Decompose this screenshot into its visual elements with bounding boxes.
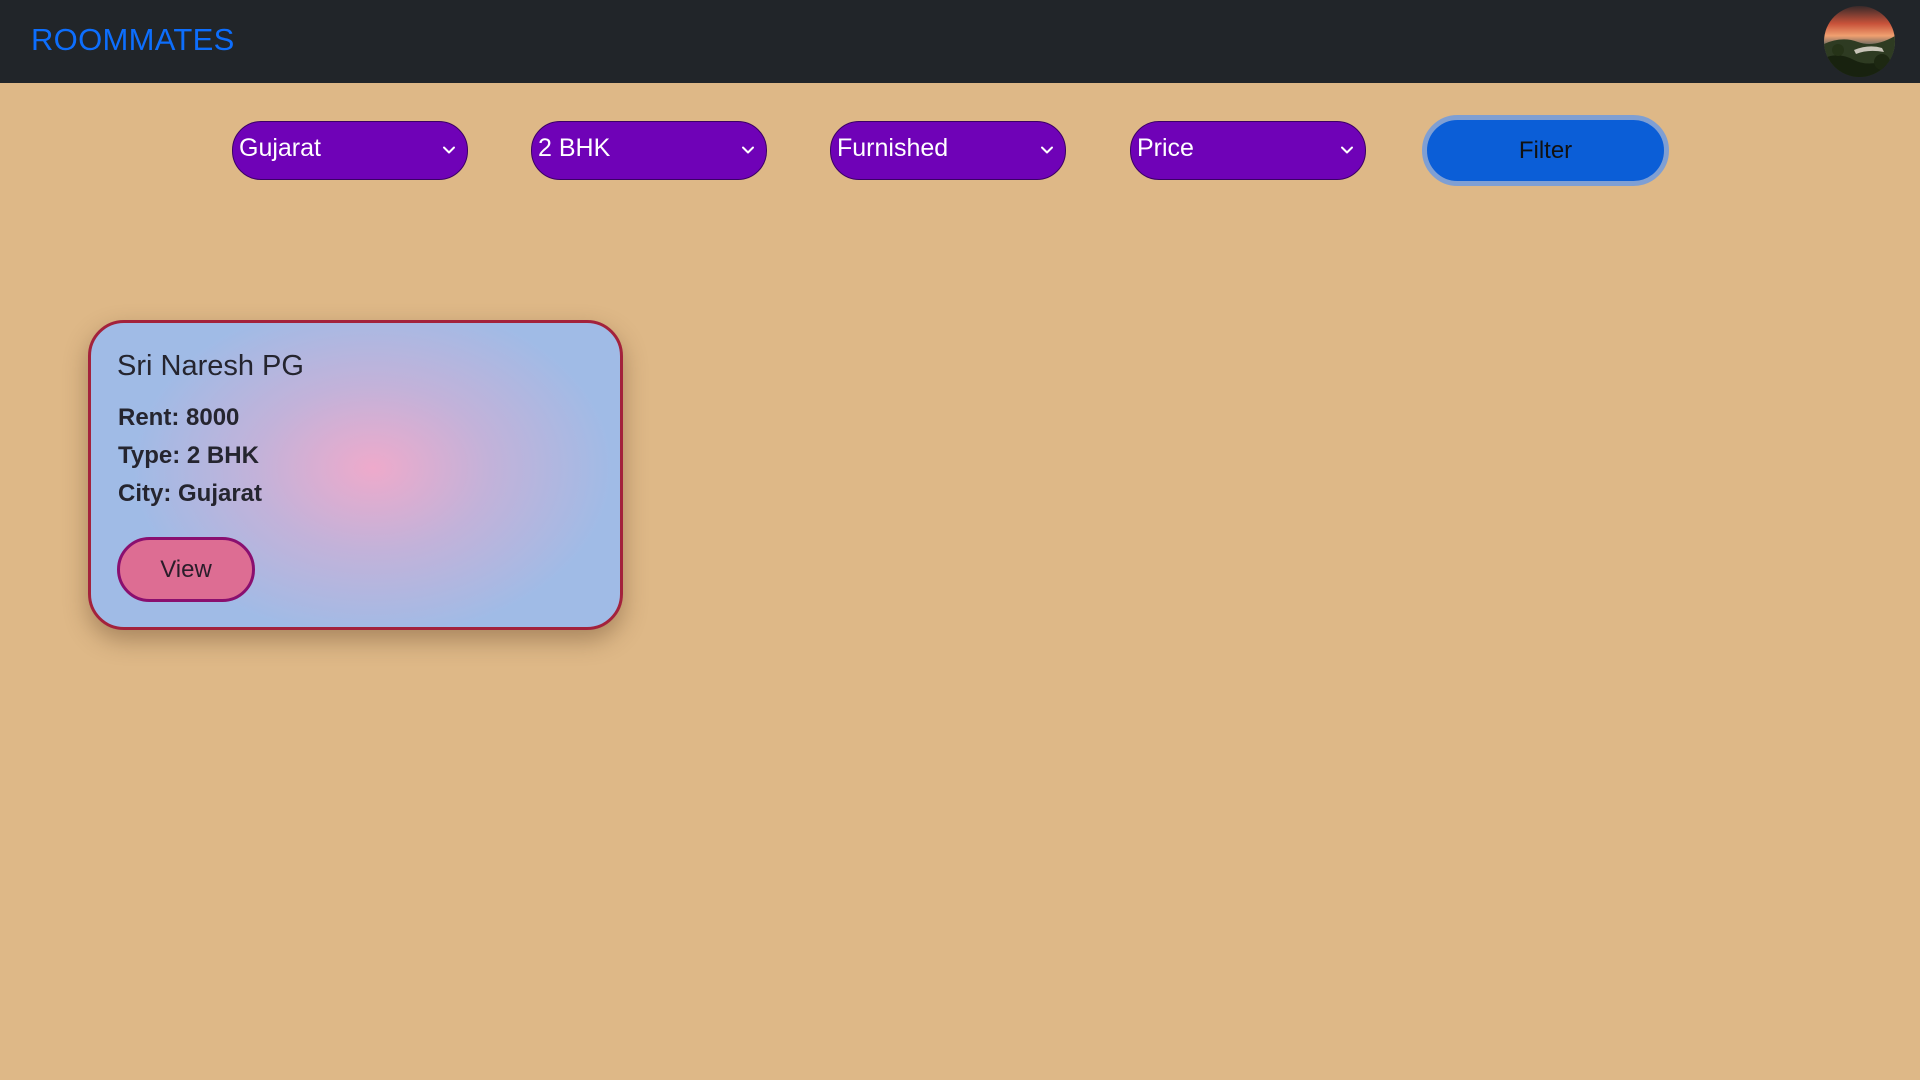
- listing-type: Type: 2 BHK: [118, 442, 259, 469]
- brand-logo-text[interactable]: ROOMMATES: [31, 22, 235, 58]
- furnishing-select-value: Furnished: [837, 134, 949, 162]
- listing-city: City: Gujarat: [118, 480, 263, 507]
- price-select[interactable]: Price: [1130, 121, 1366, 180]
- chevron-down-icon: [1341, 146, 1353, 154]
- chevron-down-icon: [443, 146, 455, 154]
- state-select[interactable]: Gujarat: [232, 121, 468, 180]
- listing-rent: Rent: 8000: [118, 404, 240, 431]
- avatar-photo-icon: [1824, 6, 1895, 77]
- furnishing-select[interactable]: Furnished: [830, 121, 1066, 180]
- listing-card: Sri Naresh PG Rent: 8000 Type: 2 BHK Cit…: [88, 320, 623, 630]
- view-button[interactable]: View: [117, 537, 255, 602]
- state-select-value: Gujarat: [239, 134, 321, 162]
- chevron-down-icon: [742, 146, 754, 154]
- bhk-select[interactable]: 2 BHK: [531, 121, 767, 180]
- navbar: ROOMMATES: [0, 0, 1920, 83]
- listing-title: Sri Naresh PG: [117, 350, 304, 382]
- price-select-value: Price: [1137, 134, 1194, 162]
- chevron-down-icon: [1041, 146, 1053, 154]
- filter-button[interactable]: Filter: [1422, 115, 1669, 186]
- user-avatar[interactable]: [1824, 6, 1895, 77]
- bhk-select-value: 2 BHK: [538, 134, 611, 162]
